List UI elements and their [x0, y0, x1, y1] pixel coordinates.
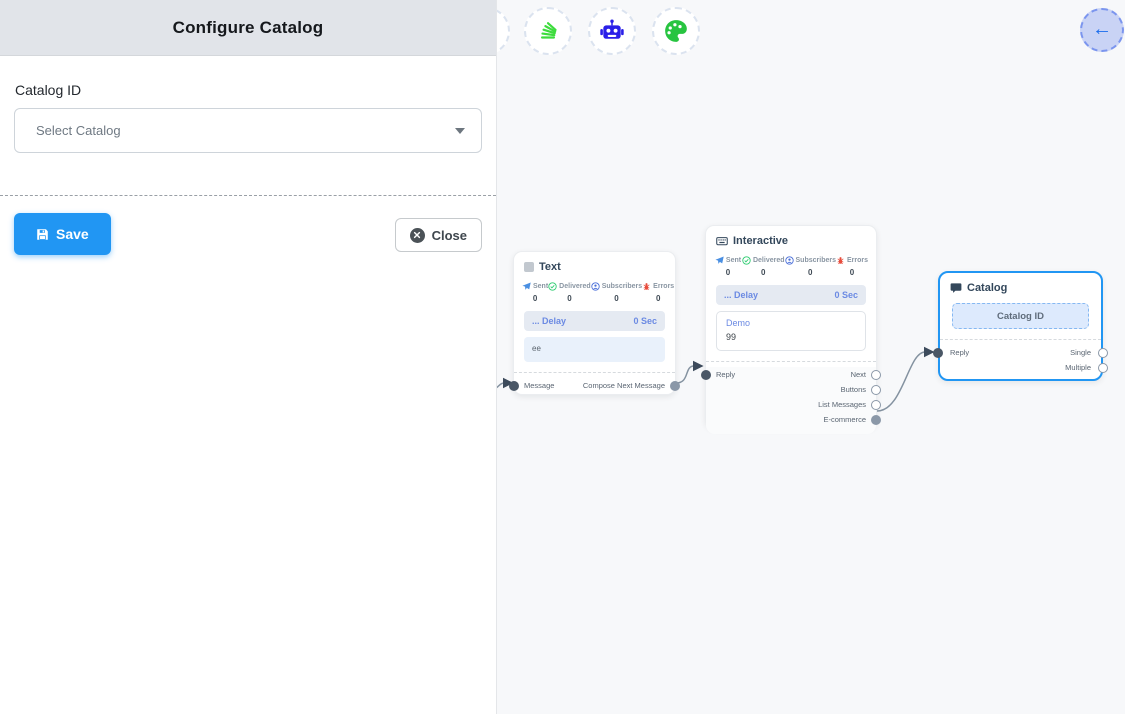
- ecommerce-port-label: E-commerce: [823, 415, 866, 424]
- next-port-label: Next: [851, 370, 866, 379]
- catalog-node-footer: Reply Single Multiple: [940, 345, 1101, 375]
- stat-delivered: Delivered 0: [742, 256, 785, 277]
- port-single-out[interactable]: [1098, 348, 1108, 358]
- text-node-footer: Message Compose Next Message: [514, 378, 675, 393]
- bug-icon: [642, 282, 651, 291]
- panel-divider: [0, 195, 496, 196]
- port-compose-out[interactable]: [670, 381, 680, 391]
- node-interactive[interactable]: Interactive Sent 0 Delivered 0: [705, 225, 877, 428]
- panel-body: Catalog ID Select Catalog: [0, 56, 496, 269]
- user-circle-icon: [785, 256, 794, 265]
- catalog-node-header: Catalog: [940, 273, 1101, 294]
- interactive-delay-row[interactable]: ... Delay 0 Sec: [716, 285, 866, 305]
- reply-port-label: Reply: [716, 370, 735, 379]
- panel-actions: Save Close: [14, 213, 482, 255]
- catalog-node-title: Catalog: [967, 282, 1007, 294]
- text-message-preview[interactable]: ee: [524, 337, 665, 362]
- interactive-content-preview[interactable]: Demo 99: [716, 311, 866, 351]
- toolbar-bot-button[interactable]: [588, 7, 636, 55]
- close-button[interactable]: Close: [395, 218, 482, 252]
- flow-canvas[interactable]: ← Text Sent 0 Delivered: [497, 0, 1125, 714]
- interactive-node-title: Interactive: [733, 235, 788, 247]
- interactive-node-header: Interactive: [706, 226, 876, 247]
- port-multiple-out[interactable]: [1098, 363, 1108, 373]
- comment-icon: [950, 282, 962, 294]
- text-delay-row[interactable]: ... Delay 0 Sec: [524, 311, 665, 331]
- stack-icon: [535, 18, 561, 44]
- port-reply-in[interactable]: [933, 348, 943, 358]
- check-circle-icon: [742, 256, 751, 265]
- catalog-select-value: Select Catalog: [36, 123, 455, 138]
- stat-errors: Errors 0: [836, 256, 868, 277]
- palette-icon: [663, 18, 689, 44]
- node-catalog[interactable]: Catalog Catalog ID Reply Single Multiple: [938, 271, 1103, 381]
- bug-icon: [836, 256, 845, 265]
- port-buttons-out[interactable]: [871, 385, 881, 395]
- chevron-down-icon: [455, 128, 465, 134]
- interactive-node-footer: Reply Next Buttons List Messages E-comme…: [706, 367, 876, 434]
- reply-port-label: Reply: [950, 348, 969, 357]
- save-button-label: Save: [56, 226, 89, 242]
- text-node-title: Text: [539, 261, 561, 273]
- save-icon: [36, 228, 49, 241]
- close-button-label: Close: [432, 228, 467, 243]
- single-port-label: Single: [1070, 348, 1091, 357]
- list-messages-port-label: List Messages: [818, 400, 866, 409]
- port-list-messages-out[interactable]: [871, 400, 881, 410]
- send-icon: [715, 256, 724, 265]
- stat-subscribers: Subscribers 0: [785, 256, 836, 277]
- text-node-header: Text: [514, 252, 675, 273]
- catalog-id-label: Catalog ID: [15, 82, 482, 98]
- check-circle-icon: [548, 282, 557, 291]
- text-footer-divider: [514, 372, 675, 373]
- panel-header: Configure Catalog: [0, 0, 496, 56]
- close-icon: [410, 228, 425, 243]
- toolbar-theme-button[interactable]: [652, 7, 700, 55]
- toolbar-hidden-button[interactable]: [497, 7, 510, 55]
- stat-delivered: Delivered 0: [548, 282, 591, 303]
- port-reply-in[interactable]: [701, 370, 711, 380]
- text-block-icon: [524, 262, 534, 272]
- interactive-node-stats: Sent 0 Delivered 0 Subscribers: [706, 247, 876, 277]
- interactive-content-body: 99: [726, 332, 856, 342]
- interactive-footer-divider: [706, 361, 876, 362]
- compose-port-label: Compose Next Message: [583, 381, 665, 390]
- node-text[interactable]: Text Sent 0 Delivered 0: [513, 251, 676, 395]
- message-port-label: Message: [524, 381, 554, 390]
- panel-title: Configure Catalog: [173, 18, 324, 38]
- collapse-panel-button[interactable]: ←: [1080, 8, 1124, 52]
- port-ecommerce-out[interactable]: [871, 415, 881, 425]
- toolbar-flows-button[interactable]: [524, 7, 572, 55]
- catalog-id-button[interactable]: Catalog ID: [952, 303, 1089, 329]
- flow-builder-app: Configure Catalog Catalog ID Select Cata…: [0, 0, 1125, 714]
- send-icon: [522, 282, 531, 291]
- catalog-select[interactable]: Select Catalog: [14, 108, 482, 153]
- configure-catalog-panel: Configure Catalog Catalog ID Select Cata…: [0, 0, 497, 714]
- text-node-stats: Sent 0 Delivered 0 Subscribers: [514, 273, 675, 303]
- robot-icon: [599, 18, 625, 44]
- catalog-footer-divider: [940, 339, 1101, 340]
- stat-subscribers: Subscribers 0: [591, 282, 642, 303]
- stat-sent: Sent 0: [522, 282, 548, 303]
- port-message-in[interactable]: [509, 381, 519, 391]
- save-button[interactable]: Save: [14, 213, 111, 255]
- interactive-content-title: Demo: [726, 318, 856, 328]
- user-circle-icon: [591, 282, 600, 291]
- arrow-left-icon: ←: [1092, 19, 1112, 39]
- multiple-port-label: Multiple: [1065, 363, 1091, 372]
- buttons-port-label: Buttons: [841, 385, 866, 394]
- stat-errors: Errors 0: [642, 282, 674, 303]
- stat-sent: Sent 0: [714, 256, 742, 277]
- keyboard-icon: [716, 235, 728, 247]
- port-next-out[interactable]: [871, 370, 881, 380]
